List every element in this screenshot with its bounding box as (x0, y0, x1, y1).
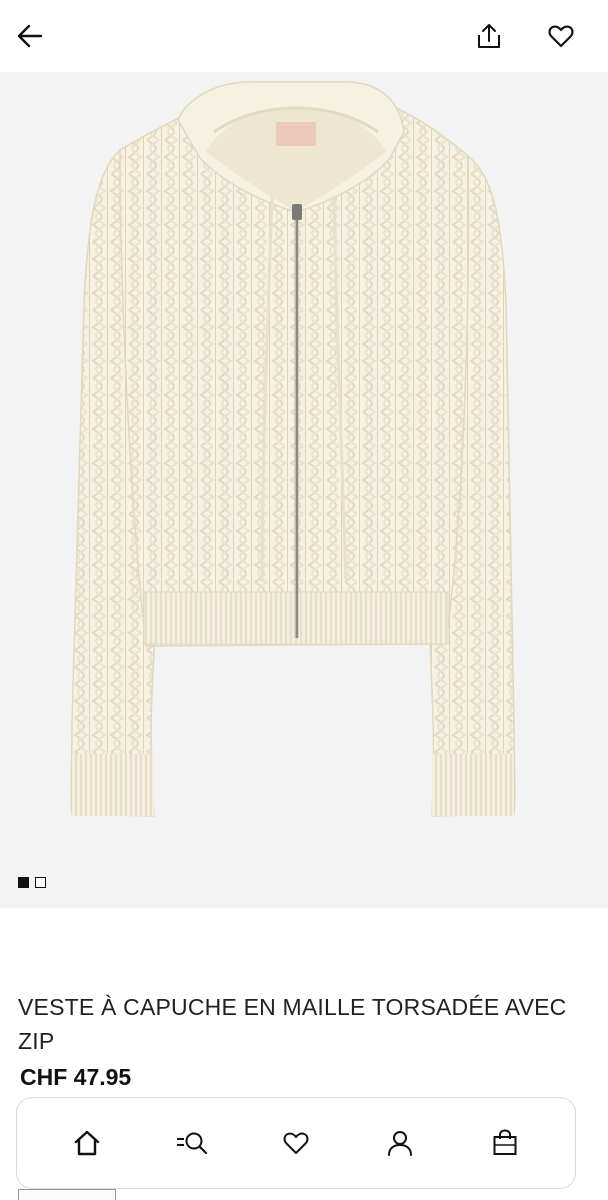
product-price: CHF 47.95 (20, 1064, 132, 1090)
nav-account[interactable] (376, 1119, 424, 1167)
nav-bag[interactable] (481, 1119, 529, 1167)
gallery-pagination (18, 877, 46, 888)
shopping-bag-icon (493, 1129, 517, 1155)
favorite-button[interactable] (541, 16, 581, 56)
nav-home[interactable] (63, 1119, 111, 1167)
gallery-dot[interactable] (18, 877, 29, 888)
nav-favorites[interactable] (272, 1119, 320, 1167)
heart-icon (283, 1132, 309, 1154)
garment-label (276, 122, 316, 146)
product-title: VESTE À CAPUCHE EN MAILLE TORSADÉE AVEC … (18, 994, 567, 1054)
product-image-gallery[interactable] (0, 72, 608, 908)
share-button[interactable] (469, 16, 509, 56)
bottom-navigation (16, 1097, 576, 1189)
share-icon (478, 24, 500, 48)
nav-search[interactable] (168, 1119, 216, 1167)
user-icon (388, 1131, 413, 1156)
product-image (70, 81, 516, 817)
heart-icon (548, 25, 574, 48)
overlay-sheet-edge (18, 1189, 116, 1200)
arrow-left-icon (17, 24, 43, 48)
top-bar (0, 0, 608, 72)
home-icon (74, 1130, 100, 1156)
back-button[interactable] (10, 16, 50, 56)
gallery-dot[interactable] (35, 877, 46, 888)
search-icon (176, 1132, 207, 1155)
